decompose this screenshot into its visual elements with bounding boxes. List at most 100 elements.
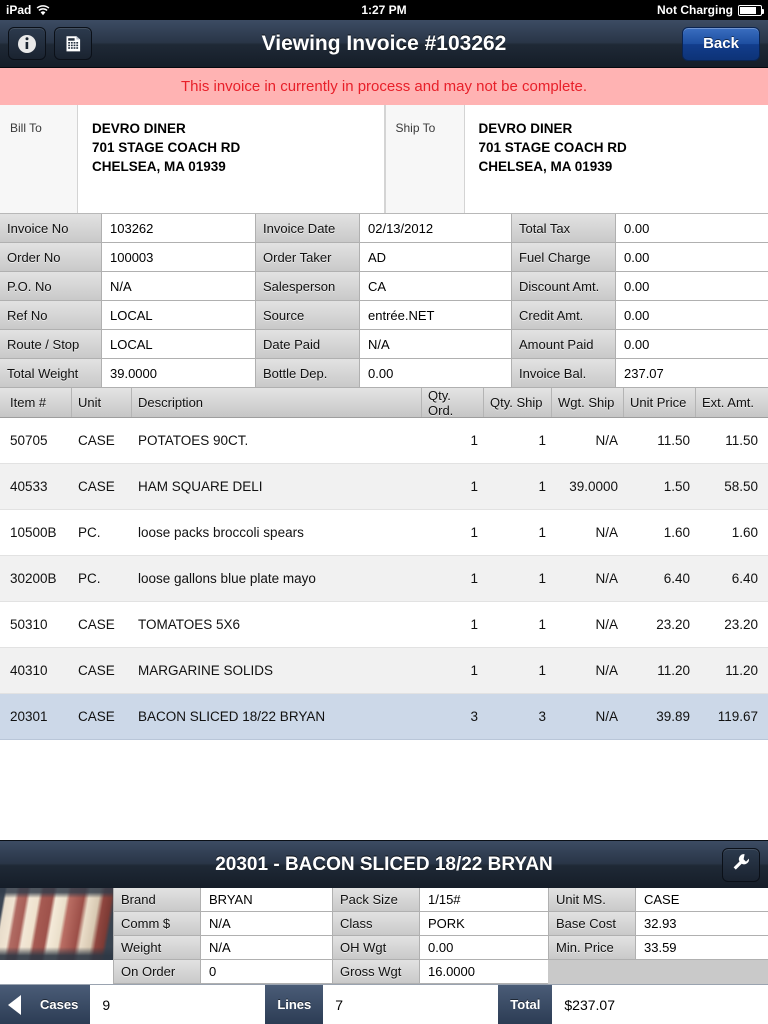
- calculator-button[interactable]: [54, 27, 92, 60]
- detail-key: Brand: [113, 888, 201, 912]
- cell-qty-ord: 3: [470, 709, 478, 724]
- table-row[interactable]: 10500B PC. loose packs broccoli spears 1 1 N/…: [0, 510, 768, 556]
- detail-key: OH Wgt: [332, 936, 420, 960]
- cell-qty-ord: 1: [470, 571, 478, 586]
- bill-to-block: Bill To DEVRO DINER 701 STAGE COACH RD C…: [0, 105, 385, 213]
- ship-to-block: Ship To DEVRO DINER 701 STAGE COACH RD C…: [384, 105, 768, 213]
- info-value: 0.00: [616, 301, 768, 330]
- detail-row: Unit MS. CASE: [548, 888, 768, 912]
- cell-wgt-ship: N/A: [595, 571, 618, 586]
- tools-button[interactable]: [722, 847, 760, 882]
- detail-value: 32.93: [636, 912, 768, 936]
- detail-key: Base Cost: [548, 912, 636, 936]
- info-value: 237.07: [616, 359, 768, 388]
- address-section: Bill To DEVRO DINER 701 STAGE COACH RD C…: [0, 105, 768, 213]
- info-value: 0.00: [360, 359, 512, 388]
- app-screen: iPad 1:27 PM Not Charging Viewing Invoic…: [0, 0, 768, 1024]
- battery-icon: [738, 4, 764, 16]
- cell-qty-ord: 1: [470, 525, 478, 540]
- info-row: Order Taker AD: [256, 243, 512, 272]
- detail-row: OH Wgt 0.00: [332, 936, 548, 960]
- info-key: Bottle Dep.: [256, 359, 360, 388]
- cases-label: Cases: [28, 985, 91, 1024]
- back-button[interactable]: Back: [682, 26, 760, 61]
- total-label: Total: [498, 985, 553, 1024]
- detail-value: PORK: [420, 912, 548, 936]
- status-bar-right: Not Charging: [657, 3, 764, 17]
- table-row[interactable]: 40310 CASE MARGARINE SOLIDS 1 1 N/A 11.20 11.20: [0, 648, 768, 694]
- invoice-info-grid: Invoice No 103262 Order No 100003 P.O. No N/A…: [0, 213, 768, 388]
- cell-description: HAM SQUARE DELI: [138, 479, 263, 494]
- info-row: Invoice Bal. 237.07: [512, 359, 768, 388]
- header-ext-amt: Ext. Amt.: [702, 395, 755, 410]
- cell-description: TOMATOES 5X6: [138, 617, 241, 632]
- bottom-toolbar: Cases 9 Lines 7 Total $237.07: [0, 984, 768, 1024]
- detail-row: Weight N/A: [113, 936, 332, 960]
- detail-key: On Order: [113, 960, 201, 984]
- bill-to-street: 701 STAGE COACH RD: [92, 140, 241, 155]
- info-circle-icon: [17, 34, 37, 54]
- cell-wgt-ship: N/A: [595, 663, 618, 678]
- nav-left-buttons: [8, 27, 92, 60]
- ship-to-citystate: CHELSEA, MA 01939: [478, 159, 613, 174]
- info-value: 0.00: [616, 330, 768, 359]
- toolbar-back-button[interactable]: [0, 985, 28, 1024]
- info-row: Date Paid N/A: [256, 330, 512, 359]
- info-row: P.O. No N/A: [0, 272, 256, 301]
- info-key: Date Paid: [256, 330, 360, 359]
- header-wgt-ship: Wgt. Ship: [552, 388, 624, 417]
- table-row[interactable]: 40533 CASE HAM SQUARE DELI 1 1 39.0000 1.50 58.…: [0, 464, 768, 510]
- product-detail-panel: 20301 - BACON SLICED 18/22 BRYAN Brand BR…: [0, 840, 768, 984]
- info-key: Invoice No: [0, 214, 102, 243]
- info-value: N/A: [360, 330, 512, 359]
- info-row: Invoice No 103262: [0, 214, 256, 243]
- cell-ext-amt: 23.20: [724, 617, 758, 632]
- cell-wgt-ship: N/A: [595, 433, 618, 448]
- info-key: Amount Paid: [512, 330, 616, 359]
- clock: 1:27 PM: [361, 3, 407, 17]
- ship-to-street: 701 STAGE COACH RD: [478, 140, 627, 155]
- cell-item: 50705: [10, 433, 48, 448]
- product-detail-grid: Brand BRYAN Comm $ N/A Weight N/A On Order 0 Pa…: [113, 888, 768, 984]
- info-value: LOCAL: [102, 330, 256, 359]
- info-row: Credit Amt. 0.00: [512, 301, 768, 330]
- detail-row: Base Cost 32.93: [548, 912, 768, 936]
- detail-value: 16.0000: [420, 960, 548, 984]
- info-row: Salesperson CA: [256, 272, 512, 301]
- table-row[interactable]: 20301 CASE BACON SLICED 18/22 BRYAN 3 3 N/A 39…: [0, 694, 768, 740]
- cell-qty-ord: 1: [470, 663, 478, 678]
- info-row: Order No 100003: [0, 243, 256, 272]
- calculator-icon: [63, 33, 84, 54]
- product-detail-title: 20301 - BACON SLICED 18/22 BRYAN: [215, 853, 553, 875]
- detail-key: Weight: [113, 936, 201, 960]
- detail-key: Unit MS.: [548, 888, 636, 912]
- product-thumbnail[interactable]: [0, 888, 113, 984]
- header-unit-price: Unit Price: [624, 388, 696, 417]
- info-row: Invoice Date 02/13/2012: [256, 214, 512, 243]
- info-button[interactable]: [8, 27, 46, 60]
- bill-to-name: DEVRO DINER: [92, 121, 186, 136]
- detail-value: CASE: [636, 888, 768, 912]
- detail-value: 0: [201, 960, 332, 984]
- cell-item: 40533: [10, 479, 48, 494]
- info-key: Source: [256, 301, 360, 330]
- info-value: N/A: [102, 272, 256, 301]
- info-row: Amount Paid 0.00: [512, 330, 768, 359]
- cell-qty-ship: 1: [538, 571, 546, 586]
- detail-key: Gross Wgt: [332, 960, 420, 984]
- invoice-warning-banner: This invoice in currently in process and…: [0, 68, 768, 105]
- info-key: Fuel Charge: [512, 243, 616, 272]
- cell-unit-price: 11.50: [657, 433, 690, 448]
- cell-ext-amt: 119.67: [717, 709, 758, 724]
- cell-qty-ord: 1: [470, 479, 478, 494]
- detail-key: Pack Size: [332, 888, 420, 912]
- table-row[interactable]: 50310 CASE TOMATOES 5X6 1 1 N/A 23.20 23.20: [0, 602, 768, 648]
- info-value: 0.00: [616, 214, 768, 243]
- table-row[interactable]: 30200B PC. loose gallons blue plate mayo 1 1…: [0, 556, 768, 602]
- info-key: Salesperson: [256, 272, 360, 301]
- bacon-product-photo: [0, 888, 113, 960]
- table-row[interactable]: 50705 CASE POTATOES 90CT. 1 1 N/A 11.50 11.50: [0, 418, 768, 464]
- cell-item: 10500B: [10, 525, 57, 540]
- bill-to-citystate: CHELSEA, MA 01939: [92, 159, 226, 174]
- cell-unit: CASE: [78, 433, 115, 448]
